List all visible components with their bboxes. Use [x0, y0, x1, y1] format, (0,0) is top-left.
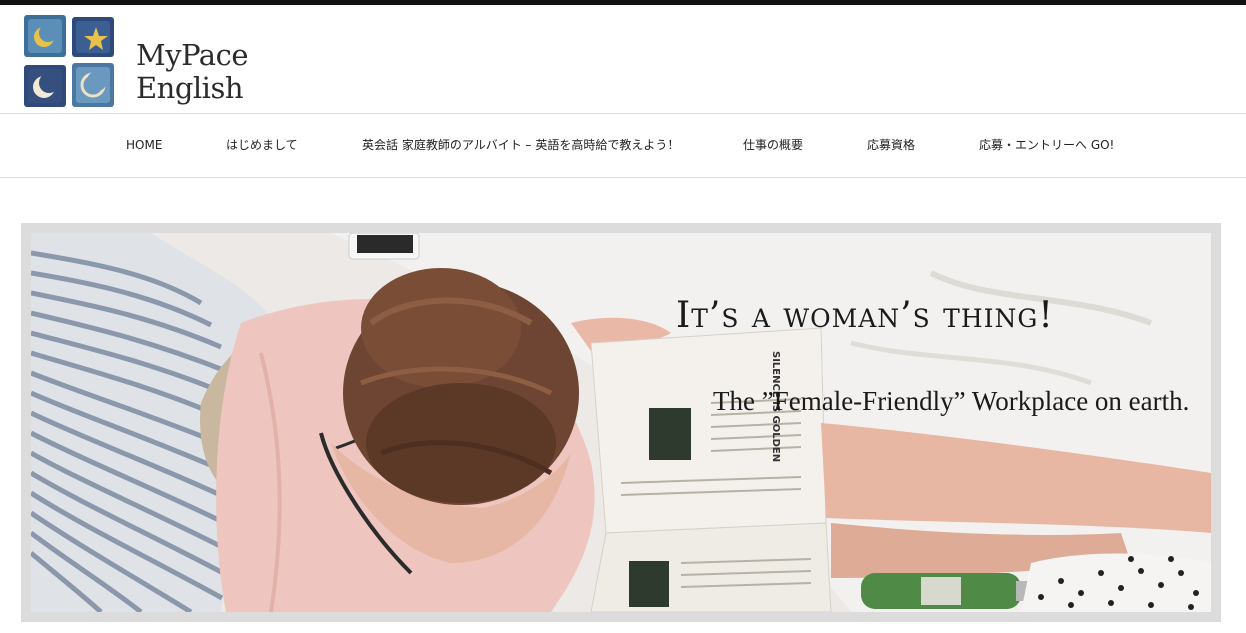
- nav-divider: [0, 177, 1246, 178]
- hero-title: It’s a woman’s thing!: [676, 295, 1054, 336]
- green-bottle: [861, 573, 1038, 609]
- logo-line1: MyPace: [136, 38, 248, 72]
- hero-subtitle: The ”Female-Friendly” Workplace on earth…: [713, 386, 1190, 416]
- site-header: MyPace English: [0, 5, 1246, 113]
- star-icon: [72, 17, 114, 57]
- nav-item-requirements[interactable]: 応募資格: [867, 114, 915, 177]
- main-nav: HOME はじめまして 英会話 家庭教師のアルバイト – 英語を高時給で教えよう…: [0, 114, 1246, 177]
- nav-item-entry[interactable]: 応募・エントリーへ GO!: [979, 114, 1114, 177]
- nav-item-job-overview[interactable]: 仕事の概要: [743, 114, 803, 177]
- hero-banner: SILENCE IS GOLDEN It’s a woman’s thing! …: [21, 223, 1221, 622]
- polka-dot-fabric: [1021, 553, 1211, 612]
- crescent-icon: [24, 65, 66, 107]
- nav-item-home[interactable]: HOME: [126, 114, 162, 177]
- nav-item-hajimemashite[interactable]: はじめまして: [226, 114, 298, 177]
- logo-line2: English: [136, 71, 244, 105]
- moon-icon: [24, 15, 66, 57]
- hero-image: SILENCE IS GOLDEN It’s a woman’s thing! …: [31, 233, 1211, 612]
- logo-text: MyPace English: [136, 39, 248, 105]
- moon-outline-icon: [72, 63, 114, 107]
- nav-item-tutor-job[interactable]: 英会話 家庭教師のアルバイト – 英語を高時給で教えよう！: [362, 114, 679, 177]
- magazine: SILENCE IS GOLDEN: [590, 327, 832, 612]
- logo-mark: [24, 15, 114, 107]
- hero-photo: SILENCE IS GOLDEN: [31, 233, 1211, 612]
- site-logo[interactable]: MyPace English: [22, 13, 252, 113]
